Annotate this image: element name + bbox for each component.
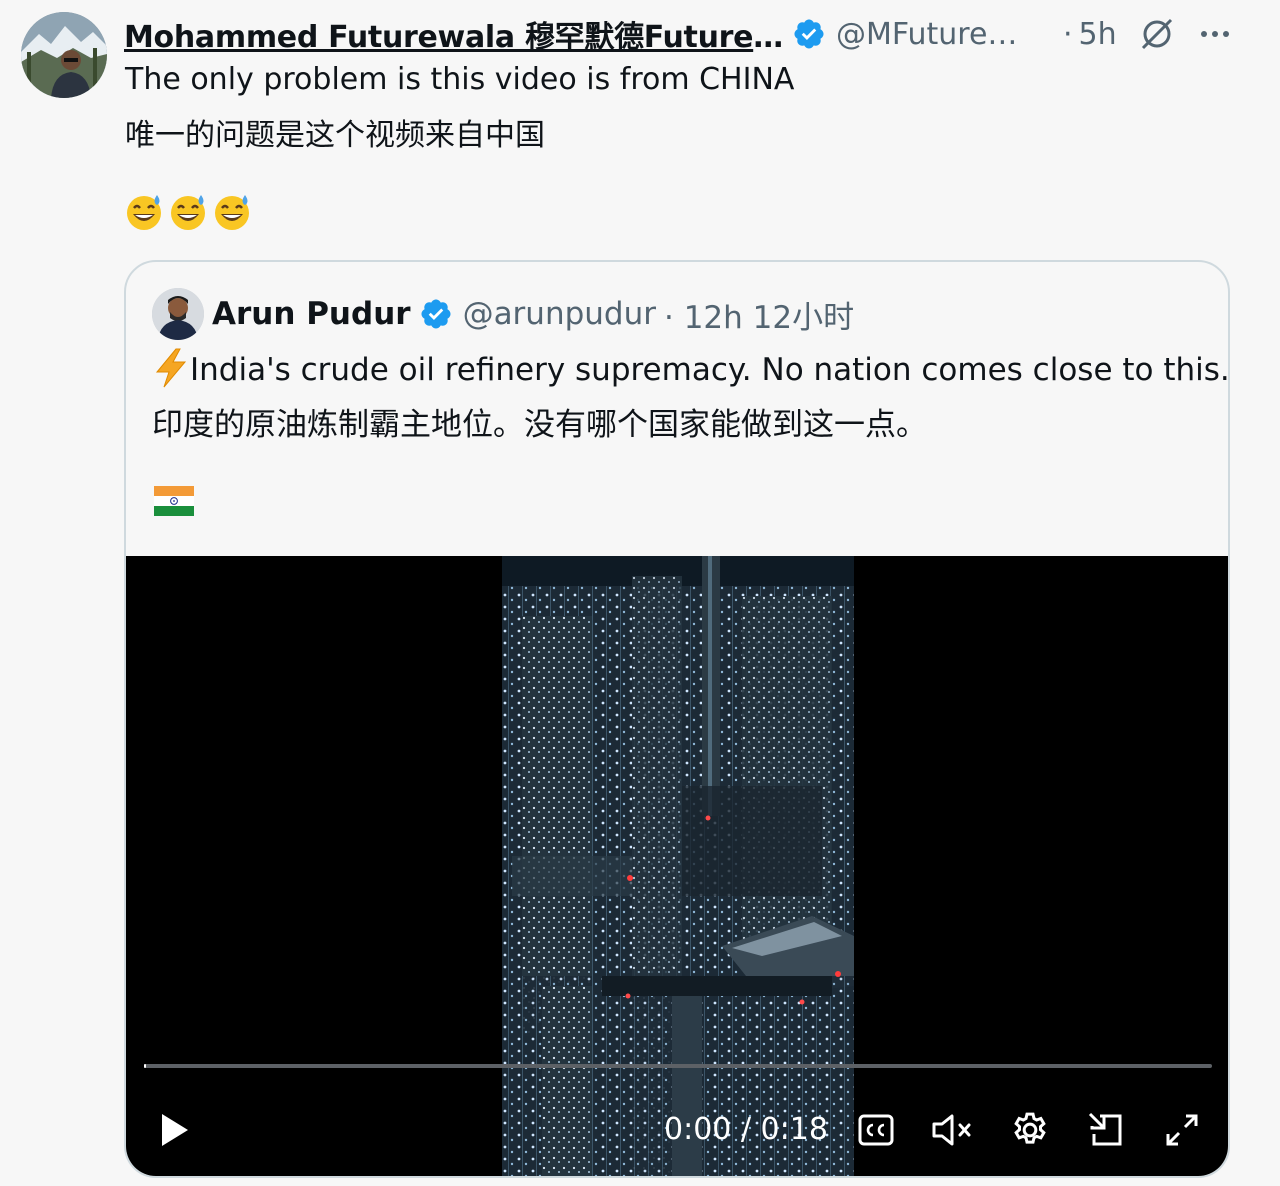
verified-badge-icon[interactable]: [792, 17, 826, 51]
verified-badge-icon[interactable]: [419, 297, 453, 331]
video-frame-refinery[interactable]: [502, 556, 854, 1176]
quoted-text-english: India's crude oil refinery supremacy. No…: [190, 352, 1230, 388]
author-name[interactable]: Mohammed Futurewala 穆罕默德Futurewala: [124, 12, 784, 56]
quoted-post-header: Arun Pudur @arunpudur · 12h 12小时: [212, 292, 854, 336]
quoted-author-name[interactable]: Arun Pudur: [212, 296, 411, 332]
quoted-post[interactable]: Arun Pudur @arunpudur · 12h 12小时 India's…: [124, 260, 1230, 1178]
mute-icon[interactable]: [928, 1104, 976, 1156]
quoted-text-chinese: 印度的原油炼制霸主地位。没有哪个国家能做到这一点。: [152, 407, 927, 443]
quoted-author-handle[interactable]: @arunpudur: [463, 296, 656, 332]
post-timestamp[interactable]: 5h: [1079, 17, 1117, 52]
quoted-timestamp[interactable]: · 12h 12小时: [664, 292, 854, 337]
grok-icon[interactable]: [1137, 14, 1177, 54]
video-timecode: 0:00 / 0:18: [664, 1112, 828, 1147]
video-controls: 0:00 / 0:18: [126, 1104, 1228, 1156]
author-handle[interactable]: @MFuturewala: [836, 17, 1041, 52]
post-header: Mohammed Futurewala 穆罕默德Futurewala @MFut…: [124, 12, 1260, 56]
fullscreen-icon[interactable]: [1158, 1104, 1206, 1156]
more-options-icon[interactable]: [1195, 14, 1235, 54]
post-text-chinese: 唯一的问题是这个视频来自中国: [125, 118, 545, 153]
emoji-row: [124, 192, 252, 232]
grinning-face-with-sweat-icon: [212, 192, 252, 232]
video-progress-bar[interactable]: [144, 1064, 1212, 1068]
video-progress-fill: [144, 1064, 147, 1068]
post-text-english: The only problem is this video is from C…: [125, 62, 795, 97]
india-flag-icon: [154, 486, 194, 516]
quoted-text-english-line: India's crude oil refinery supremacy. No…: [152, 348, 1230, 391]
play-icon[interactable]: [150, 1104, 198, 1156]
picture-in-picture-icon[interactable]: [1082, 1104, 1130, 1156]
video-player[interactable]: 0:00 / 0:18: [126, 556, 1228, 1176]
settings-icon[interactable]: [1006, 1104, 1054, 1156]
quoted-author-avatar[interactable]: [152, 288, 204, 340]
grinning-face-with-sweat-icon: [124, 192, 164, 232]
separator-dot: ·: [1063, 16, 1073, 52]
high-voltage-icon: [152, 348, 190, 388]
author-avatar[interactable]: [21, 12, 107, 98]
captions-icon[interactable]: [852, 1104, 900, 1156]
grinning-face-with-sweat-icon: [168, 192, 208, 232]
